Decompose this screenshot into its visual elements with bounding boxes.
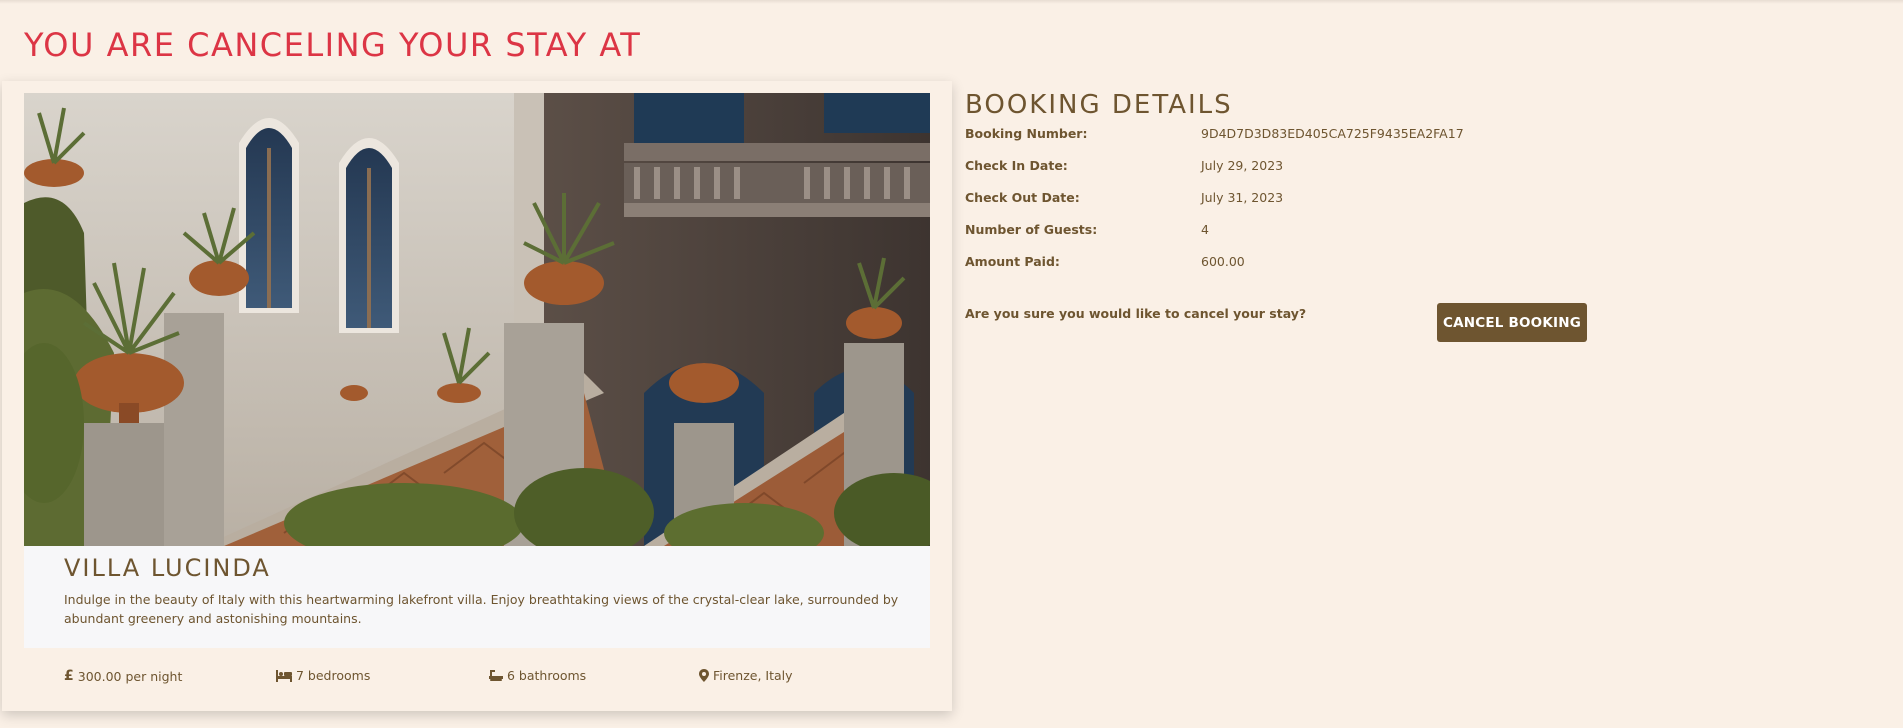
location-label: Firenze, Italy <box>713 668 793 683</box>
villa-card-body: VILLA LUCINDA Indulge in the beauty of I… <box>24 546 930 648</box>
top-shadow-line <box>0 0 1903 4</box>
bathrooms-feature: 6 bathrooms <box>489 668 586 683</box>
villa-features: £ 300.00 per night 7 bedrooms 6 bathroom… <box>24 648 930 711</box>
booking-details: BOOKING DETAILS Booking Number: 9D4D7D3D… <box>965 90 1587 342</box>
guests-label: Number of Guests: <box>965 222 1098 237</box>
price-feature: £ 300.00 per night <box>64 668 182 684</box>
cancel-booking-button[interactable]: CANCEL BOOKING <box>1437 303 1587 342</box>
check-in-label: Check In Date: <box>965 158 1068 173</box>
booking-number-value: 9D4D7D3D83ED405CA725F9435EA2FA17 <box>1201 126 1464 141</box>
check-out-row: Check Out Date: July 31, 2023 <box>965 190 1585 222</box>
location-feature: Firenze, Italy <box>699 668 793 683</box>
villa-image <box>24 93 930 546</box>
amount-label: Amount Paid: <box>965 254 1060 269</box>
villa-photo <box>24 93 930 546</box>
booking-details-title: BOOKING DETAILS <box>965 90 1233 120</box>
pound-icon: £ <box>64 668 74 684</box>
page-title: YOU ARE CANCELING YOUR STAY AT <box>24 26 642 64</box>
villa-card: VILLA LUCINDA Indulge in the beauty of I… <box>2 81 952 711</box>
bathrooms-label: 6 bathrooms <box>507 668 587 683</box>
bath-icon <box>489 669 503 681</box>
amount-row: Amount Paid: 600.00 <box>965 254 1585 286</box>
booking-number-row: Booking Number: 9D4D7D3D83ED405CA725F943… <box>965 126 1585 158</box>
check-in-row: Check In Date: July 29, 2023 <box>965 158 1585 190</box>
bedrooms-label: 7 bedrooms <box>296 668 371 683</box>
check-in-value: July 29, 2023 <box>1201 158 1284 173</box>
booking-number-label: Booking Number: <box>965 126 1088 141</box>
bedrooms-feature: 7 bedrooms <box>276 668 370 683</box>
check-out-value: July 31, 2023 <box>1201 190 1284 205</box>
bed-icon <box>276 669 292 682</box>
villa-name: VILLA LUCINDA <box>64 554 271 582</box>
cancel-question: Are you sure you would like to cancel yo… <box>965 306 1307 321</box>
check-out-label: Check Out Date: <box>965 190 1080 205</box>
guests-value: 4 <box>1201 222 1209 237</box>
amount-value: 600.00 <box>1201 254 1245 269</box>
guests-row: Number of Guests: 4 <box>965 222 1585 254</box>
price-label: 300.00 per night <box>77 668 183 684</box>
map-marker-icon <box>699 669 709 682</box>
villa-description: Indulge in the beauty of Italy with this… <box>64 592 899 626</box>
